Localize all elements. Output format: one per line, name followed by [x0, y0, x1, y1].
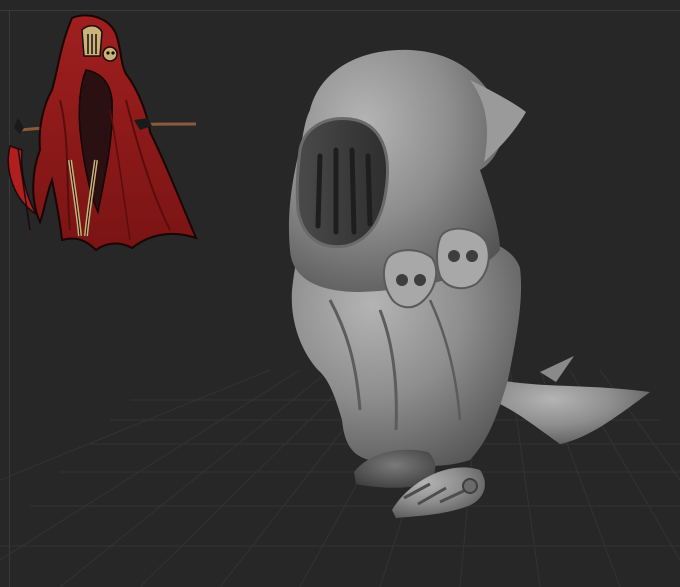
3d-viewport[interactable]	[0, 0, 680, 587]
reaper-sculpt-model[interactable]	[0, 0, 680, 587]
skull-ornament-right	[436, 227, 490, 290]
